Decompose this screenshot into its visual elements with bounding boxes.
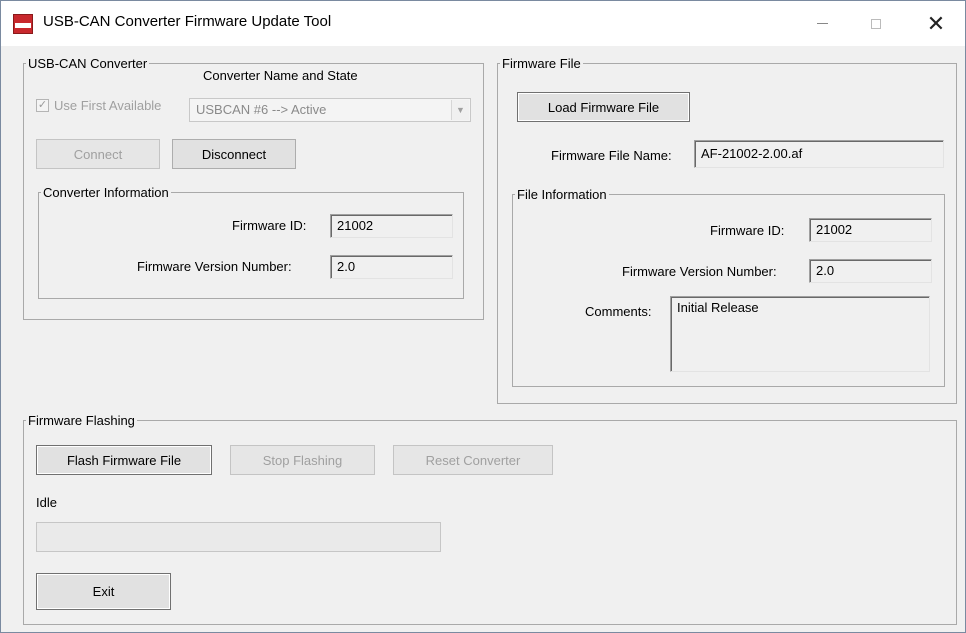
reset-converter-button[interactable]: Reset Converter: [393, 445, 553, 475]
converter-information-group: Converter Information: [38, 185, 464, 299]
firmware-file-name-value: AF-21002-2.00.af: [701, 146, 803, 161]
converter-information-legend: Converter Information: [43, 185, 169, 200]
exit-button[interactable]: Exit: [36, 573, 171, 610]
load-firmware-file-button-label: Load Firmware File: [547, 99, 660, 115]
converter-firmware-version-value: 2.0: [337, 259, 356, 274]
converter-name-state-header: Converter Name and State: [203, 68, 358, 83]
maximize-icon: [871, 18, 881, 29]
maximize-button: [853, 1, 899, 46]
file-information-legend: File Information: [517, 187, 607, 202]
connect-button[interactable]: Connect: [36, 139, 160, 169]
file-firmware-version-field: 2.0: [809, 259, 932, 283]
disconnect-button-label: Disconnect: [201, 146, 267, 162]
firmware-file-name-label: Firmware File Name:: [551, 148, 672, 163]
use-first-available-checkbox[interactable]: ✓: [36, 99, 49, 112]
connect-button-label: Connect: [73, 146, 123, 162]
app-window: USB-CAN Converter Firmware Update Tool ✕…: [0, 0, 966, 633]
firmware-flashing-legend: Firmware Flashing: [28, 413, 135, 428]
usb-can-converter-legend: USB-CAN Converter: [28, 56, 148, 71]
comments-value: Initial Release: [677, 300, 759, 315]
file-firmware-version-label: Firmware Version Number:: [622, 264, 777, 279]
reset-converter-button-label: Reset Converter: [425, 452, 521, 468]
stop-flashing-button[interactable]: Stop Flashing: [230, 445, 375, 475]
file-firmware-id-field: 21002: [809, 218, 932, 242]
window-title: USB-CAN Converter Firmware Update Tool: [43, 13, 332, 30]
firmware-file-name-field: AF-21002-2.00.af: [694, 140, 944, 168]
converter-firmware-id-field: 21002: [330, 214, 453, 238]
checkmark-icon: ✓: [37, 99, 48, 111]
load-firmware-file-button[interactable]: Load Firmware File: [517, 92, 690, 122]
converter-firmware-id-label: Firmware ID:: [232, 218, 307, 233]
flash-firmware-file-button-label: Flash Firmware File: [66, 452, 182, 468]
minimize-icon: [816, 23, 828, 24]
flashing-status-text: Idle: [36, 495, 57, 510]
use-first-available-label: Use First Available: [54, 98, 162, 113]
flash-firmware-file-button[interactable]: Flash Firmware File: [36, 445, 212, 475]
stop-flashing-button-label: Stop Flashing: [262, 452, 343, 468]
flashing-progress-bar: [36, 522, 441, 552]
title-bar[interactable]: USB-CAN Converter Firmware Update Tool ✕: [1, 1, 965, 46]
chevron-down-icon[interactable]: ▼: [451, 100, 469, 120]
file-firmware-version-value: 2.0: [816, 263, 835, 278]
converter-firmware-version-field: 2.0: [330, 255, 453, 279]
converter-firmware-id-value: 21002: [337, 218, 374, 233]
comments-field: Initial Release: [670, 296, 930, 372]
close-button[interactable]: ✕: [913, 1, 959, 46]
disconnect-button[interactable]: Disconnect: [172, 139, 296, 169]
minimize-button[interactable]: [799, 1, 845, 46]
close-icon: ✕: [926, 10, 946, 36]
file-firmware-id-label: Firmware ID:: [710, 223, 785, 238]
converter-select-value: USBCAN #6 --> Active: [196, 102, 327, 117]
file-firmware-id-value: 21002: [816, 222, 853, 237]
converter-firmware-version-label: Firmware Version Number:: [137, 259, 292, 274]
comments-label: Comments:: [585, 304, 652, 319]
usb-can-app-icon: [13, 14, 33, 34]
exit-button-label: Exit: [92, 584, 115, 599]
converter-select[interactable]: USBCAN #6 --> Active ▼: [189, 98, 471, 122]
firmware-file-legend: Firmware File: [502, 56, 581, 71]
